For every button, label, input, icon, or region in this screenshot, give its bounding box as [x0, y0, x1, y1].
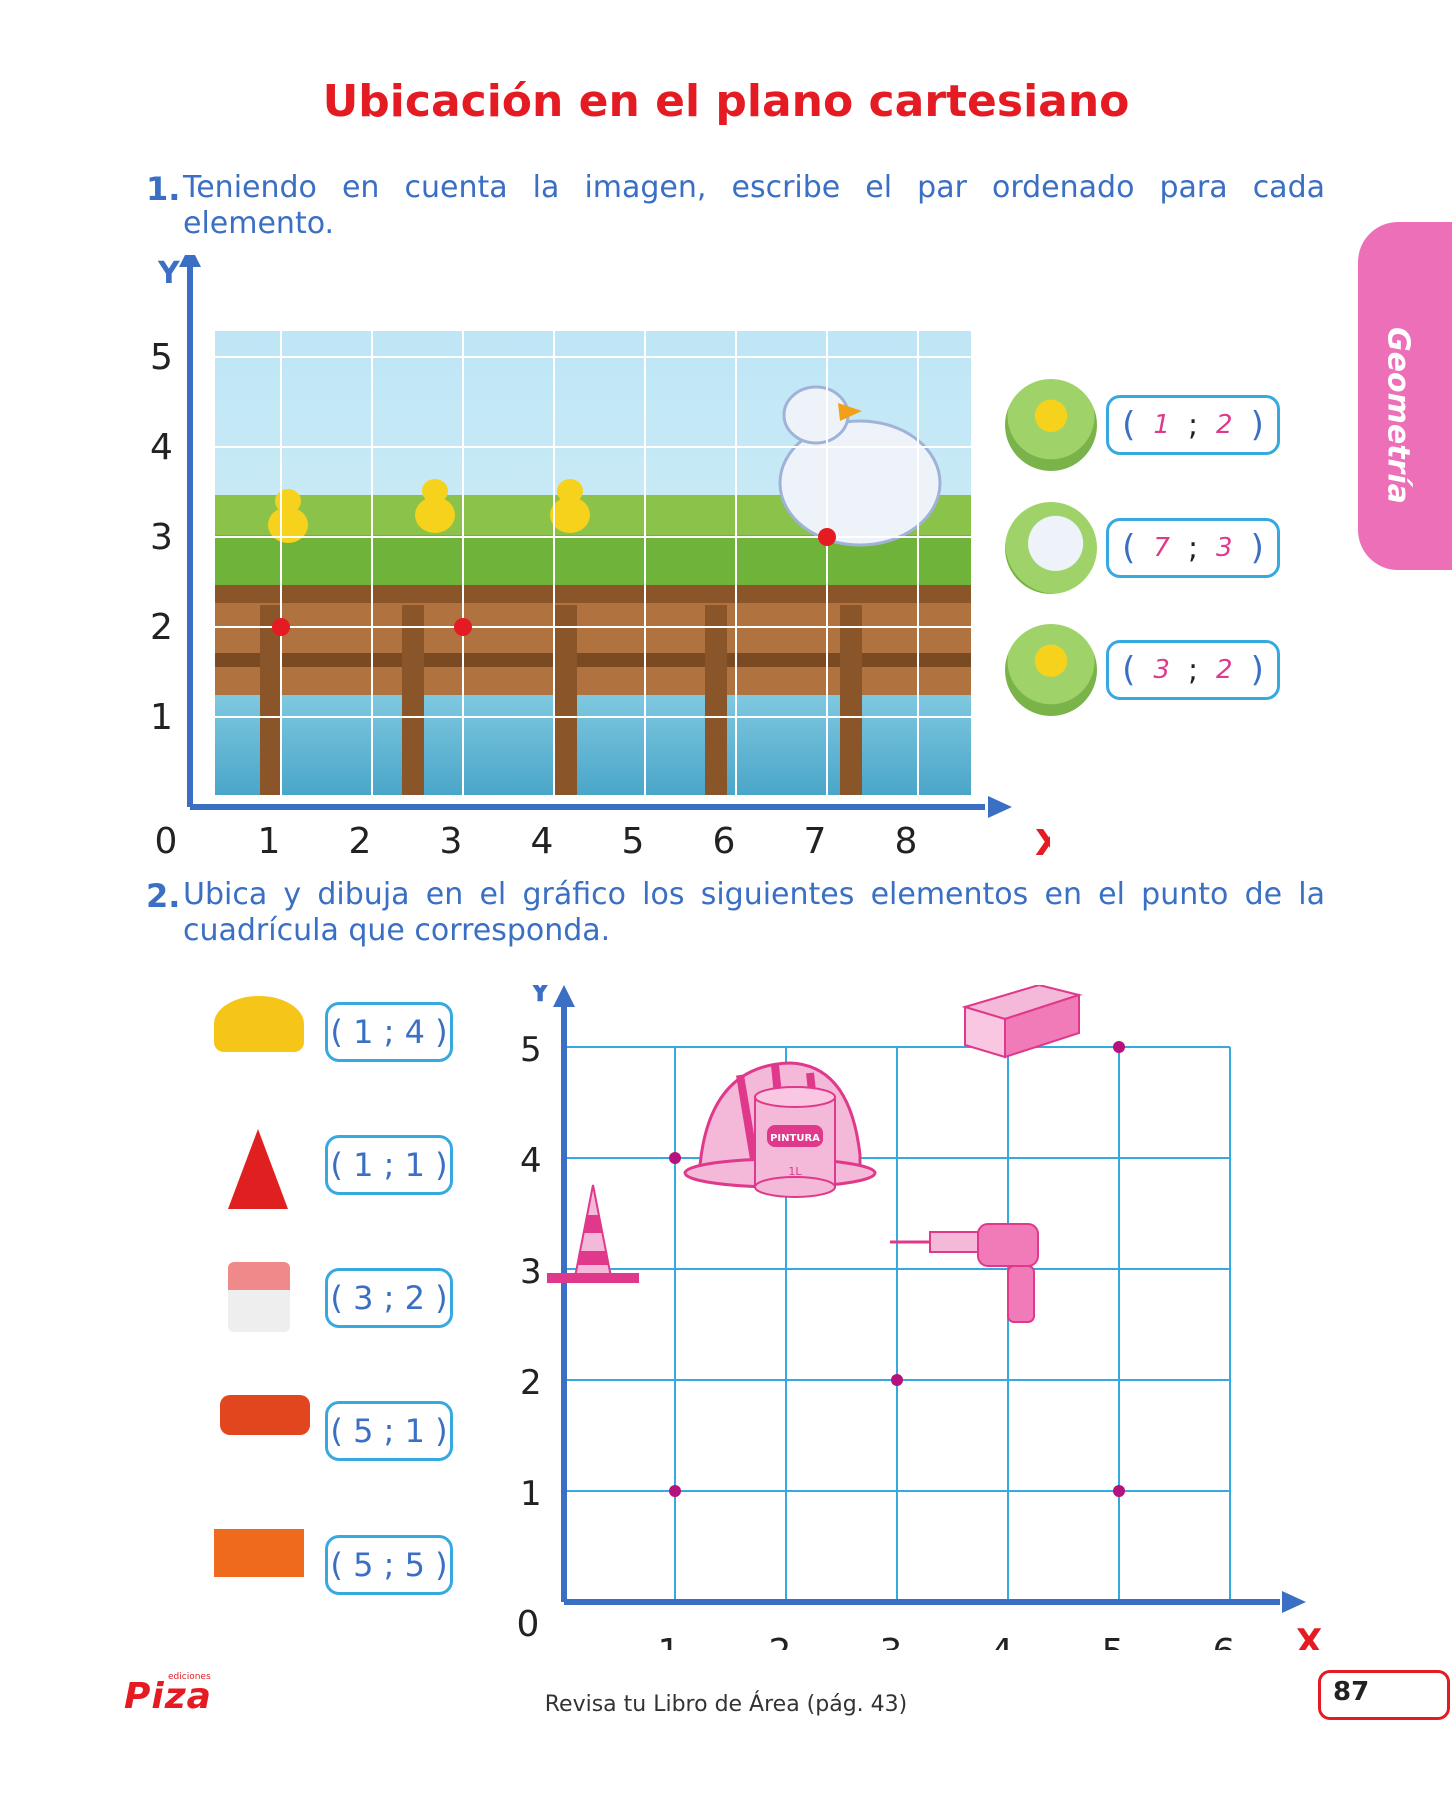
y-axis-label: Y — [529, 985, 551, 1008]
y-tick-label: 1 — [150, 697, 173, 738]
question-2-number: 2. — [146, 877, 181, 915]
x-axis-label: X — [1035, 823, 1050, 855]
grid-point — [669, 1485, 681, 1497]
coordinate-box: ( 1 ; 1 ) — [325, 1135, 453, 1195]
y-tick-label: 1 — [520, 1474, 542, 1514]
grid-lines — [564, 1046, 1231, 1602]
answer-y: 2 — [1216, 410, 1233, 440]
section-tab-label: Geometría — [1380, 326, 1416, 504]
drill-icon — [220, 1395, 310, 1435]
x-tick-label: 5 — [1102, 1632, 1125, 1650]
pond-scene-illustration — [215, 331, 971, 795]
y-tick-label: 4 — [150, 427, 173, 468]
x-tick-label: 4 — [531, 821, 554, 855]
coordinate-box: ( 5 ; 5 ) — [325, 1535, 453, 1595]
x-tick-label: 0 — [517, 1604, 540, 1645]
x-tick-label: 3 — [880, 1632, 903, 1650]
answer-x: 7 — [1153, 533, 1170, 563]
axes — [553, 985, 1306, 1613]
x-tick-label: 0 — [155, 821, 178, 855]
question-1-text: Teniendo en cuenta la imagen, escribe el… — [183, 170, 1325, 241]
x-tick-label: 1 — [258, 821, 281, 855]
page-number-box: 87 — [1318, 1670, 1450, 1720]
y-axis-label: Y — [157, 256, 181, 291]
y-tick-label: 3 — [150, 517, 173, 558]
x-tick-label: 6 — [1213, 1632, 1236, 1650]
data-point — [272, 618, 290, 636]
duck-icon — [1005, 502, 1097, 594]
question-1-number: 1. — [146, 170, 181, 208]
paint-can-drawing: PINTURA 1L — [754, 1086, 836, 1198]
x-axis-label: X — [1296, 1622, 1322, 1650]
x-tick-label: 3 — [440, 821, 463, 855]
helmet-icon — [214, 996, 304, 1052]
duckling-icon — [1005, 379, 1097, 471]
paint-label: PINTURA — [770, 1133, 820, 1144]
data-point — [454, 618, 472, 636]
x-tick-label: 2 — [349, 821, 372, 855]
coordinate-box: ( 1 ; 4 ) — [325, 1002, 453, 1062]
grid-point — [1113, 1041, 1125, 1053]
logo-small-text: ediciones — [168, 1672, 211, 1682]
paint-can-icon — [228, 1262, 290, 1332]
y-tick-label: 5 — [520, 1030, 542, 1070]
answer-x: 1 — [1153, 410, 1170, 440]
coordinate-box: ( 5 ; 1 ) — [325, 1401, 453, 1461]
drawn-items: PINTURA 1L — [547, 985, 1083, 1323]
x-tick-label: 1 — [658, 1632, 681, 1650]
data-point — [818, 528, 836, 546]
x-tick-label: 2 — [769, 1632, 792, 1650]
drill-drawing — [890, 1223, 1039, 1323]
x-tick-label: 6 — [713, 821, 736, 855]
x-tick-label: 8 — [895, 821, 918, 855]
brick-icon — [214, 1529, 304, 1577]
paint-volume: 1L — [788, 1165, 802, 1178]
traffic-cone-icon — [228, 1129, 288, 1209]
answer-box: (7; 3) — [1106, 518, 1280, 578]
page-number: 87 — [1333, 1677, 1370, 1707]
answer-y: 3 — [1216, 533, 1233, 563]
y-tick-label: 4 — [520, 1141, 542, 1181]
y-tick-label: 5 — [150, 337, 173, 378]
answer-box: (3; 2) — [1106, 640, 1280, 700]
x-tick-label: 4 — [991, 1632, 1014, 1650]
coordinate-box: ( 3 ; 2 ) — [325, 1268, 453, 1328]
grid-point — [891, 1374, 903, 1386]
duckling-icon — [1005, 624, 1097, 716]
x-tick-label: 5 — [622, 821, 645, 855]
answer-y: 2 — [1216, 655, 1233, 685]
y-tick-label: 2 — [150, 607, 173, 648]
answer-box: (1; 2) — [1106, 395, 1280, 455]
cartesian-chart-2: PINTURA 1L 0 1 2 3 4 5 6 5 4 3 2 1 X Y — [517, 985, 1322, 1650]
page-title: Ubicación en el plano cartesiano — [322, 76, 1130, 127]
x-tick-label: 7 — [804, 821, 827, 855]
y-tick-label: 3 — [520, 1252, 542, 1292]
grid-point — [669, 1152, 681, 1164]
grid-point — [1113, 1485, 1125, 1497]
y-tick-label: 2 — [520, 1363, 542, 1403]
answer-x: 3 — [1153, 655, 1170, 685]
footer-reference: Revisa tu Libro de Área (pág. 43) — [544, 1692, 908, 1717]
cartesian-chart-1: 0 1 2 3 4 5 6 7 8 5 4 3 2 1 X Y — [150, 255, 1050, 855]
question-2-text: Ubica y dibuja en el gráfico los siguien… — [183, 877, 1325, 948]
